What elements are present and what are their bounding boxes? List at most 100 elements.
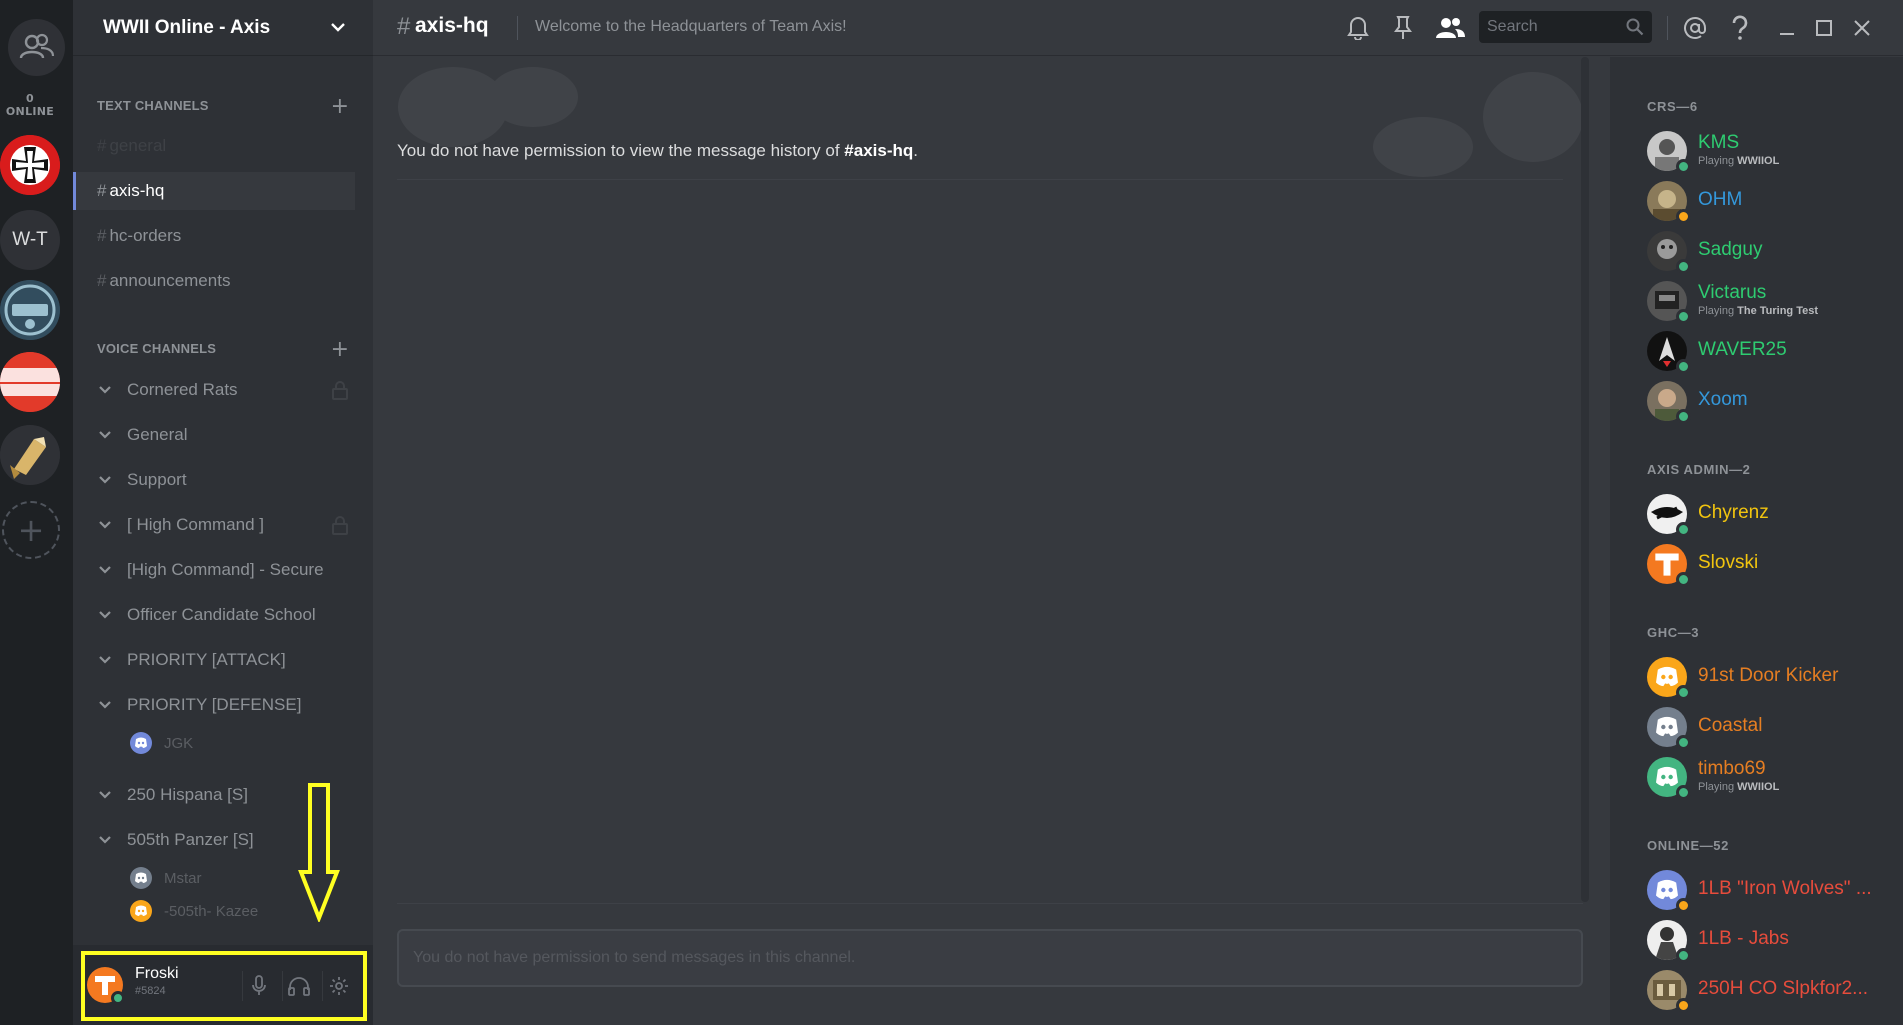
guild-ard-icon[interactable] [0, 280, 60, 340]
scrollbar[interactable] [1581, 57, 1589, 902]
voice-channel-ocs[interactable]: Officer Candidate School [97, 600, 316, 630]
member-timbo69[interactable]: timbo69 Playing WWIIOL [1647, 755, 1897, 800]
chevron-down-icon [97, 652, 113, 668]
channel-announcements[interactable]: # announcements [97, 262, 373, 300]
guild-iron-cross-icon[interactable] [0, 135, 60, 195]
member-activity: Playing WWIIOL [1698, 155, 1779, 167]
member-group-header: ONLINE—52 [1647, 838, 1729, 853]
voice-channel-priority-defense[interactable]: PRIORITY [DEFENSE] [97, 690, 301, 720]
mention-icon[interactable] [1681, 14, 1709, 42]
voice-user-name: -505th- Kazee [164, 902, 259, 920]
channel-general[interactable]: # general [97, 127, 373, 165]
guild-rail: 0 ONLINE W-T + [0, 0, 73, 1025]
server-name: WWII Online - Axis [103, 16, 271, 38]
voice-user-name: Mstar [164, 869, 202, 887]
voice-channel-505th-panzer[interactable]: 505th Panzer [S] [97, 825, 254, 855]
chevron-down-icon[interactable] [329, 18, 347, 36]
text-channels-header[interactable]: TEXT CHANNELS [97, 98, 209, 113]
member-250h-co[interactable]: 250H CO Slpkfor2... [1647, 968, 1897, 1013]
status-online-dot [1676, 359, 1691, 374]
channel-axis-hq[interactable]: # axis-hq [73, 172, 355, 210]
member-coastal[interactable]: Coastal [1647, 705, 1897, 750]
member-91st-door-kicker[interactable]: 91st Door Kicker [1647, 655, 1897, 700]
member-1lb-jabs[interactable]: 1LB - Jabs [1647, 918, 1897, 963]
discord-logo-icon [130, 900, 152, 922]
member-ohm[interactable]: OHM [1647, 179, 1897, 224]
status-online-dot [1676, 785, 1691, 800]
channel-header: # axis-hq Welcome to the Headquarters of… [373, 0, 1903, 56]
guild-w-t[interactable]: W-T [0, 210, 60, 270]
voice-user[interactable]: JGK [130, 730, 193, 756]
online-count: 0 ONLINE [5, 92, 55, 118]
add-text-channel-icon[interactable]: + [331, 96, 349, 118]
voice-user[interactable]: Mstar [130, 865, 202, 891]
member-1lb-iron-wolves[interactable]: 1LB "Iron Wolves" ... [1647, 868, 1897, 913]
voice-channel-cornered-rats[interactable]: Cornered Rats [97, 375, 238, 405]
lock-icon [332, 381, 348, 400]
member-list: CRS—6 KMS Playing WWIIOL OHM Sadguy Vict… [1610, 57, 1903, 1025]
message-area: You do not have permission to view the m… [373, 57, 1595, 1025]
voice-channel-general[interactable]: General [97, 420, 187, 450]
help-icon[interactable] [1726, 14, 1754, 42]
chevron-down-icon [97, 562, 113, 578]
status-idle-dot [1676, 209, 1691, 224]
watermark-icon [1373, 72, 1583, 177]
member-sadguy[interactable]: Sadguy [1647, 229, 1897, 274]
channel-label: hc-orders [109, 226, 182, 245]
channel-label: axis-hq [109, 181, 165, 200]
guild-rocket-icon[interactable] [0, 425, 60, 485]
member-group-header: CRS—6 [1647, 99, 1698, 114]
voice-user[interactable]: -505th- Kazee [130, 898, 258, 924]
guild-golden-corral-icon[interactable] [0, 352, 60, 412]
voice-channel-high-command-secure[interactable]: [High Command] - Secure [97, 555, 324, 585]
member-list-icon[interactable] [1432, 14, 1468, 42]
status-online-dot [1676, 259, 1691, 274]
status-online-dot [1676, 522, 1691, 537]
voice-channel-label: [High Command] - Secure [127, 560, 324, 579]
status-idle-dot [1676, 898, 1691, 913]
minimize-icon[interactable] [1773, 14, 1801, 42]
member-group-header: AXIS ADMIN—2 [1647, 462, 1751, 477]
bell-icon[interactable] [1344, 14, 1372, 42]
member-activity: Playing The Turing Test [1698, 305, 1818, 317]
member-kms[interactable]: KMS Playing WWIIOL [1647, 129, 1897, 174]
voice-channel-label: Officer Candidate School [127, 605, 316, 624]
highlight-box [81, 951, 367, 1021]
member-slovski[interactable]: Slovski [1647, 542, 1897, 587]
friends-icon[interactable] [8, 19, 65, 76]
no-permission-message: You do not have permission to view the m… [397, 141, 918, 161]
annotation-arrow-icon [298, 783, 340, 922]
maximize-icon[interactable] [1810, 14, 1838, 42]
add-voice-channel-icon[interactable]: + [331, 339, 349, 361]
search-icon[interactable] [1626, 18, 1644, 36]
voice-channel-high-command[interactable]: [ High Command ] [97, 510, 264, 540]
voice-channel-support[interactable]: Support [97, 465, 187, 495]
voice-channel-label: [ High Command ] [127, 515, 264, 534]
voice-channels-header[interactable]: VOICE CHANNELS [97, 341, 216, 356]
close-icon[interactable] [1848, 14, 1876, 42]
channel-hc-orders[interactable]: # hc-orders [97, 217, 373, 255]
member-victarus[interactable]: Victarus Playing The Turing Test [1647, 279, 1897, 324]
hash-icon: # [97, 181, 107, 200]
hash-icon: # [97, 271, 107, 290]
voice-channel-label: 250 Hispana [S] [127, 785, 248, 804]
member-xoom[interactable]: Xoom [1647, 379, 1897, 424]
member-name: Sadguy [1698, 239, 1763, 260]
add-server-icon[interactable]: + [2, 501, 60, 559]
server-header[interactable]: WWII Online - Axis [73, 0, 373, 56]
status-online-dot [1676, 572, 1691, 587]
member-chyrenz[interactable]: Chyrenz [1647, 492, 1897, 537]
message-input[interactable] [399, 931, 1581, 985]
voice-channel-priority-attack[interactable]: PRIORITY [ATTACK] [97, 645, 286, 675]
divider [397, 179, 1563, 180]
pin-icon[interactable] [1389, 14, 1417, 42]
chevron-down-icon [97, 517, 113, 533]
channel-topic[interactable]: Welcome to the Headquarters of Team Axis… [535, 18, 847, 36]
member-waver25[interactable]: WAVER25 [1647, 329, 1897, 374]
game-name: WWIIOL [1737, 155, 1780, 167]
member-name: Chyrenz [1698, 502, 1769, 523]
voice-channel-250-hispana[interactable]: 250 Hispana [S] [97, 780, 248, 810]
member-name: OHM [1698, 189, 1743, 210]
guild-w-t-label: W-T [12, 229, 48, 250]
member-name: Victarus [1698, 282, 1767, 303]
